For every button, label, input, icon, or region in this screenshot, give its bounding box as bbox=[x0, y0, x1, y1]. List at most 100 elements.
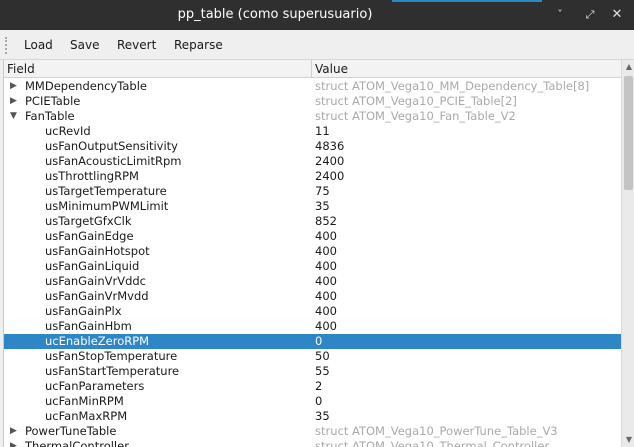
field-value[interactable]: 400 bbox=[312, 289, 337, 304]
title-bar: pp_table (como superusuario) ˇ ⤢ ✕ bbox=[0, 0, 634, 30]
field-value[interactable]: 2400 bbox=[312, 169, 344, 184]
collapsed-arrow-icon[interactable]: ▶ bbox=[10, 424, 20, 439]
toolbar: Load Save Revert Reparse bbox=[0, 30, 634, 60]
field-name: ThermalController bbox=[25, 439, 129, 447]
tree-leaf-row[interactable]: usFanGainHbm 400 bbox=[4, 319, 621, 334]
save-button[interactable]: Save bbox=[70, 35, 99, 56]
field-name: usFanGainPlx bbox=[45, 304, 122, 318]
collapsed-arrow-icon[interactable]: ▶ bbox=[10, 79, 20, 94]
scrollbar-thumb[interactable] bbox=[624, 76, 633, 190]
field-name: usThrottlingRPM bbox=[45, 169, 139, 183]
tree-node-row[interactable]: ▼ FanTable struct ATOM_Vega10_Fan_Table_V2 bbox=[4, 109, 621, 124]
field-name: usFanGainHotspot bbox=[45, 244, 150, 258]
field-value[interactable]: 400 bbox=[312, 244, 337, 259]
field-value[interactable]: 11 bbox=[312, 124, 330, 139]
window-title: pp_table (como superusuario) bbox=[177, 7, 373, 22]
scroll-down-arrow-icon[interactable]: ▼ bbox=[622, 433, 634, 447]
field-name: PCIETable bbox=[25, 94, 81, 108]
field-name: MMDependencyTable bbox=[25, 79, 147, 93]
field-value[interactable]: 400 bbox=[312, 259, 337, 274]
tree-leaf-row[interactable]: usFanGainEdge 400 bbox=[4, 229, 621, 244]
value-column-header[interactable]: Value bbox=[312, 60, 621, 78]
minimize-button[interactable]: ˇ bbox=[550, 5, 570, 25]
tree-node-row[interactable]: ▶ PCIETable struct ATOM_Vega10_PCIE_Table[… bbox=[4, 94, 621, 109]
field-value: struct ATOM_Vega10_Fan_Table_V2 bbox=[315, 109, 516, 123]
tree-leaf-row[interactable]: usFanOutputSensitivity 4836 bbox=[4, 139, 621, 154]
vertical-scrollbar[interactable]: ▲ ▼ bbox=[621, 60, 634, 447]
field-value[interactable]: 400 bbox=[312, 229, 337, 244]
field-name: usFanGainHbm bbox=[45, 319, 132, 333]
tree-leaf-row[interactable]: usTargetTemperature 75 bbox=[4, 184, 621, 199]
field-value[interactable]: 2400 bbox=[312, 154, 344, 169]
field-value[interactable]: 400 bbox=[312, 319, 337, 334]
tree-leaf-row[interactable]: usFanGainPlx 400 bbox=[4, 304, 621, 319]
field-name: usFanGainLiquid bbox=[45, 259, 140, 273]
field-name: ucFanParameters bbox=[45, 379, 145, 393]
field-name: ucFanMaxRPM bbox=[45, 409, 128, 423]
field-value[interactable]: 0 bbox=[312, 334, 322, 349]
field-name: usFanOutputSensitivity bbox=[45, 139, 178, 153]
field-value[interactable]: 0 bbox=[312, 394, 322, 409]
field-value: struct ATOM_Vega10_PCIE_Table[2] bbox=[315, 94, 517, 108]
table-tree-view[interactable]: Field Value ▶ MMDependencyTable struct ATO… bbox=[3, 60, 634, 447]
tree-header: Field Value bbox=[4, 60, 621, 78]
maximize-button[interactable]: ⤢ bbox=[580, 5, 600, 25]
field-name: usFanStopTemperature bbox=[45, 349, 178, 363]
collapsed-arrow-icon[interactable]: ▶ bbox=[10, 94, 20, 109]
tree-leaf-row[interactable]: usFanStopTemperature 50 bbox=[4, 349, 621, 364]
tree-leaf-row[interactable]: usFanGainLiquid 400 bbox=[4, 259, 621, 274]
field-name: usFanGainEdge bbox=[45, 229, 134, 243]
tree-leaf-row[interactable]: usFanGainVrVddc 400 bbox=[4, 274, 621, 289]
tree-leaf-row[interactable]: ucFanParameters 2 bbox=[4, 379, 621, 394]
field-name: FanTable bbox=[25, 109, 75, 123]
tree-rows: ▶ MMDependencyTable struct ATOM_Vega10_MM_… bbox=[4, 79, 621, 447]
field-name: usMinimumPWMLimit bbox=[45, 199, 169, 213]
tree-leaf-row[interactable]: usThrottlingRPM 2400 bbox=[4, 169, 621, 184]
tree-node-row[interactable]: ▶ ThermalController struct ATOM_Vega10_The… bbox=[4, 439, 621, 447]
field-value[interactable]: 852 bbox=[312, 214, 337, 229]
field-column-header[interactable]: Field bbox=[4, 60, 312, 78]
field-value[interactable]: 35 bbox=[312, 199, 330, 214]
tree-leaf-row[interactable]: ucRevId 11 bbox=[4, 124, 621, 139]
reparse-button[interactable]: Reparse bbox=[174, 35, 223, 56]
tree-node-row[interactable]: ▶ MMDependencyTable struct ATOM_Vega10_MM_… bbox=[4, 79, 621, 94]
tree-leaf-row[interactable]: usFanGainHotspot 400 bbox=[4, 244, 621, 259]
close-button[interactable]: ✕ bbox=[607, 5, 627, 25]
tree-node-row[interactable]: ▶ PowerTuneTable struct ATOM_Vega10_PowerT… bbox=[4, 424, 621, 439]
collapsed-arrow-icon[interactable]: ▶ bbox=[10, 439, 20, 447]
tree-leaf-row[interactable]: usFanStartTemperature 55 bbox=[4, 364, 621, 379]
field-name: ucRevId bbox=[45, 124, 91, 138]
tree-leaf-row[interactable]: ucFanMaxRPM 35 bbox=[4, 409, 621, 424]
expanded-arrow-icon[interactable]: ▼ bbox=[10, 109, 20, 124]
field-value: struct ATOM_Vega10_PowerTune_Table_V3 bbox=[315, 424, 558, 438]
field-value[interactable]: 35 bbox=[312, 409, 330, 424]
field-value[interactable]: 400 bbox=[312, 274, 337, 289]
field-name: usFanGainVrMvdd bbox=[45, 289, 149, 303]
field-value[interactable]: 75 bbox=[312, 184, 330, 199]
toolbar-grip-handle[interactable] bbox=[5, 37, 9, 54]
field-name: usFanAcousticLimitRpm bbox=[45, 154, 182, 168]
load-button[interactable]: Load bbox=[24, 35, 53, 56]
field-value[interactable]: 55 bbox=[312, 364, 330, 379]
field-value[interactable]: 2 bbox=[312, 379, 322, 394]
field-value: struct ATOM_Vega10_Thermal_Controller bbox=[315, 439, 550, 447]
field-name: ucFanMinRPM bbox=[45, 394, 124, 408]
field-value[interactable]: 400 bbox=[312, 304, 337, 319]
tree-leaf-row[interactable]: usFanGainVrMvdd 400 bbox=[4, 289, 621, 304]
field-name: ucEnableZeroRPM bbox=[45, 334, 150, 348]
field-name: usTargetGfxClk bbox=[45, 214, 132, 228]
field-value[interactable]: 4836 bbox=[312, 139, 344, 154]
revert-button[interactable]: Revert bbox=[117, 35, 156, 56]
scroll-up-arrow-icon[interactable]: ▲ bbox=[622, 60, 634, 74]
tree-leaf-row[interactable]: usFanAcousticLimitRpm 2400 bbox=[4, 154, 621, 169]
field-name: usTargetTemperature bbox=[45, 184, 167, 198]
tree-leaf-row[interactable]: ucFanMinRPM 0 bbox=[4, 394, 621, 409]
tree-leaf-row[interactable]: ucEnableZeroRPM 0 bbox=[4, 334, 621, 349]
field-name: usFanGainVrVddc bbox=[45, 274, 147, 288]
tree-leaf-row[interactable]: usMinimumPWMLimit 35 bbox=[4, 199, 621, 214]
field-name: PowerTuneTable bbox=[25, 424, 117, 438]
field-value[interactable]: 50 bbox=[312, 349, 330, 364]
tree-leaf-row[interactable]: usTargetGfxClk 852 bbox=[4, 214, 621, 229]
field-value: struct ATOM_Vega10_MM_Dependency_Table[8… bbox=[315, 79, 590, 93]
field-name: usFanStartTemperature bbox=[45, 364, 180, 378]
